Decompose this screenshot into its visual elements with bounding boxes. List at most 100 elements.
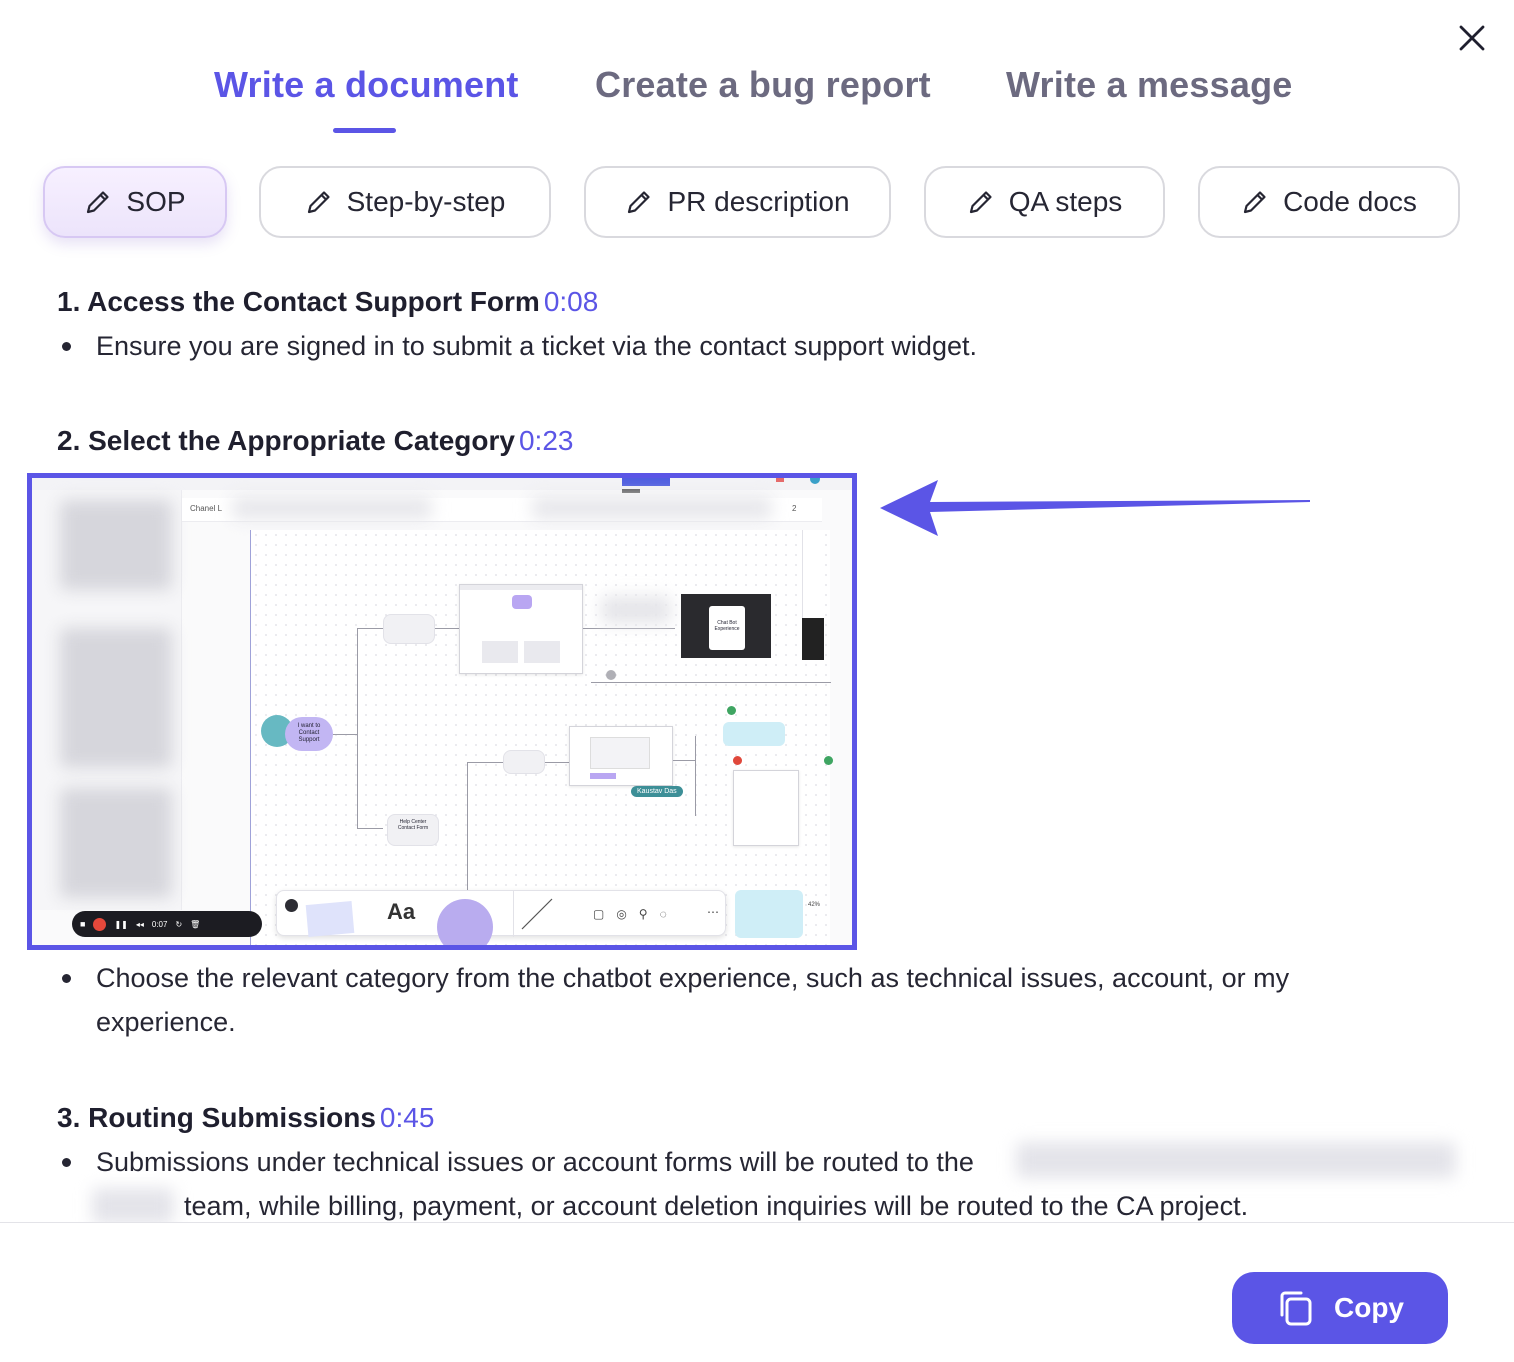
bullet-text: team, while billing, payment, or account… bbox=[184, 1191, 1249, 1221]
bullet-text: Submissions under technical issues or ac… bbox=[96, 1147, 974, 1177]
pencil-icon bbox=[1243, 191, 1266, 214]
chip-label: PR description bbox=[667, 186, 850, 217]
stop-recording-icon[interactable] bbox=[93, 917, 107, 931]
close-button[interactable] bbox=[1452, 18, 1492, 58]
bullet-text: Choose the relevant category from the ch… bbox=[96, 963, 1290, 993]
rewind-icon[interactable]: ◂◂ bbox=[136, 920, 144, 929]
check-icon bbox=[824, 756, 833, 765]
blurred-region bbox=[532, 496, 772, 520]
bullet-dot bbox=[62, 1158, 71, 1167]
timestamp-link[interactable]: 0:08 bbox=[544, 286, 599, 317]
help-contact-node: Help Center Contact Form bbox=[387, 814, 439, 846]
chip-code-docs[interactable]: Code docs bbox=[1198, 166, 1460, 238]
tab-write-document[interactable]: Write a document bbox=[214, 64, 519, 106]
flow-node bbox=[503, 750, 545, 774]
document-content[interactable]: 1. Access the Contact Support Form 0:08 E… bbox=[0, 270, 1514, 1222]
recording-controls[interactable]: ■ ❚❚ ◂◂ 0:07 ↻ 🗑 bbox=[72, 911, 262, 937]
channel-label: Chanel L bbox=[190, 504, 223, 513]
whiteboard-canvas: I want to Contact Support Help Center Co… bbox=[250, 530, 833, 945]
connector bbox=[333, 734, 357, 735]
pencil-icon bbox=[307, 191, 330, 214]
shape-tool[interactable] bbox=[437, 899, 493, 945]
section-title: 2. Select the Appropriate Category bbox=[57, 425, 515, 456]
screenshot-notification bbox=[776, 478, 784, 482]
recording-time: 0:07 bbox=[151, 919, 168, 929]
bullet-text: Ensure you are signed in to submit a tic… bbox=[96, 331, 977, 361]
connector bbox=[545, 762, 569, 763]
connector bbox=[357, 828, 383, 829]
connector bbox=[357, 628, 383, 629]
timestamp-link[interactable]: 0:23 bbox=[519, 425, 574, 456]
collaborator-cursor-label: Kaustav Das bbox=[631, 786, 683, 797]
chip-pr-description[interactable]: PR description bbox=[584, 166, 891, 238]
tab-write-message[interactable]: Write a message bbox=[1006, 64, 1292, 106]
camera-icon[interactable]: ■ bbox=[80, 919, 85, 929]
chip-label: Step-by-step bbox=[346, 186, 506, 217]
line-tool[interactable] bbox=[513, 891, 559, 937]
section-heading-3: 3. Routing Submissions 0:45 bbox=[57, 1102, 434, 1134]
blurred-region bbox=[60, 628, 172, 768]
more-icon[interactable]: ⋯ bbox=[707, 905, 719, 919]
chip-label: Code docs bbox=[1283, 186, 1417, 217]
comment-avatar bbox=[606, 670, 616, 680]
tab-create-bug-report[interactable]: Create a bug report bbox=[595, 64, 931, 106]
pencil-icon bbox=[969, 191, 992, 214]
screenshot-header-marker bbox=[622, 489, 640, 493]
screenshot-avatar bbox=[810, 478, 820, 484]
copy-label: Copy bbox=[1334, 1292, 1404, 1323]
tool-icons[interactable]: ▢◎⚲◌ bbox=[593, 907, 679, 921]
error-icon bbox=[733, 756, 742, 765]
chip-sop[interactable]: SOP bbox=[43, 166, 227, 238]
section-heading-2: 2. Select the Appropriate Category 0:23 bbox=[57, 425, 573, 457]
flow-node bbox=[383, 614, 435, 644]
chip-step-by-step[interactable]: Step-by-step bbox=[259, 166, 551, 238]
section-title: 1. Access the Contact Support Form bbox=[57, 286, 540, 317]
blurred-region bbox=[60, 788, 172, 898]
chatbot-node: Chat Bot Experience bbox=[709, 606, 745, 650]
zoom-level[interactable]: 42% bbox=[808, 902, 820, 908]
bullet-dot bbox=[62, 974, 71, 983]
screenshot-top-bar bbox=[32, 478, 852, 490]
restart-icon[interactable]: ↻ bbox=[175, 920, 182, 929]
bullet-dot bbox=[62, 342, 71, 351]
active-tab-indicator bbox=[333, 128, 396, 133]
section-heading-1: 1. Access the Contact Support Form 0:08 bbox=[57, 286, 598, 318]
sticky-notes-tool[interactable] bbox=[305, 901, 355, 937]
connector bbox=[435, 628, 459, 629]
connector bbox=[583, 628, 675, 629]
connector bbox=[467, 762, 503, 763]
timestamp-link[interactable]: 0:45 bbox=[380, 1102, 435, 1133]
redacted-team-name bbox=[1016, 1142, 1456, 1178]
side-tool-preview bbox=[802, 618, 824, 660]
text-tool[interactable]: Aa bbox=[387, 899, 415, 925]
mini-form bbox=[569, 726, 673, 786]
connector bbox=[591, 682, 831, 683]
chip-label: QA steps bbox=[1008, 186, 1123, 217]
mini-form bbox=[733, 770, 799, 846]
annotation-arrow-icon bbox=[880, 480, 1310, 536]
step-screenshot[interactable]: Chanel L 2 I want to Contact Support Hel… bbox=[27, 473, 857, 950]
pencil-icon bbox=[87, 191, 110, 214]
chatbot-frame: Chat Bot Experience bbox=[681, 594, 771, 658]
chip-label: SOP bbox=[126, 186, 186, 217]
trash-icon[interactable]: 🗑 bbox=[190, 920, 200, 929]
redacted-team-name bbox=[92, 1188, 174, 1222]
check-icon bbox=[727, 706, 736, 715]
section-title: 3. Routing Submissions bbox=[57, 1102, 376, 1133]
mini-screenshot bbox=[459, 584, 583, 674]
pause-icon[interactable]: ❚❚ bbox=[114, 920, 127, 929]
footer-divider bbox=[0, 1222, 1514, 1223]
bullet-text: experience. bbox=[96, 1007, 236, 1037]
copy-button[interactable]: Copy bbox=[1232, 1272, 1448, 1344]
connector bbox=[357, 628, 358, 828]
whiteboard-toolbar[interactable]: Aa ▢◎⚲◌ ⋯ bbox=[276, 890, 726, 945]
copy-icon bbox=[1280, 1291, 1312, 1326]
logged-in-node bbox=[723, 722, 785, 746]
screenshot-header-tab bbox=[622, 478, 670, 486]
chip-qa-steps[interactable]: QA steps bbox=[924, 166, 1165, 238]
close-icon bbox=[1459, 25, 1485, 51]
blurred-region bbox=[601, 596, 671, 624]
blurred-region bbox=[232, 496, 432, 520]
play-icon[interactable] bbox=[285, 899, 298, 912]
connector bbox=[673, 760, 695, 761]
